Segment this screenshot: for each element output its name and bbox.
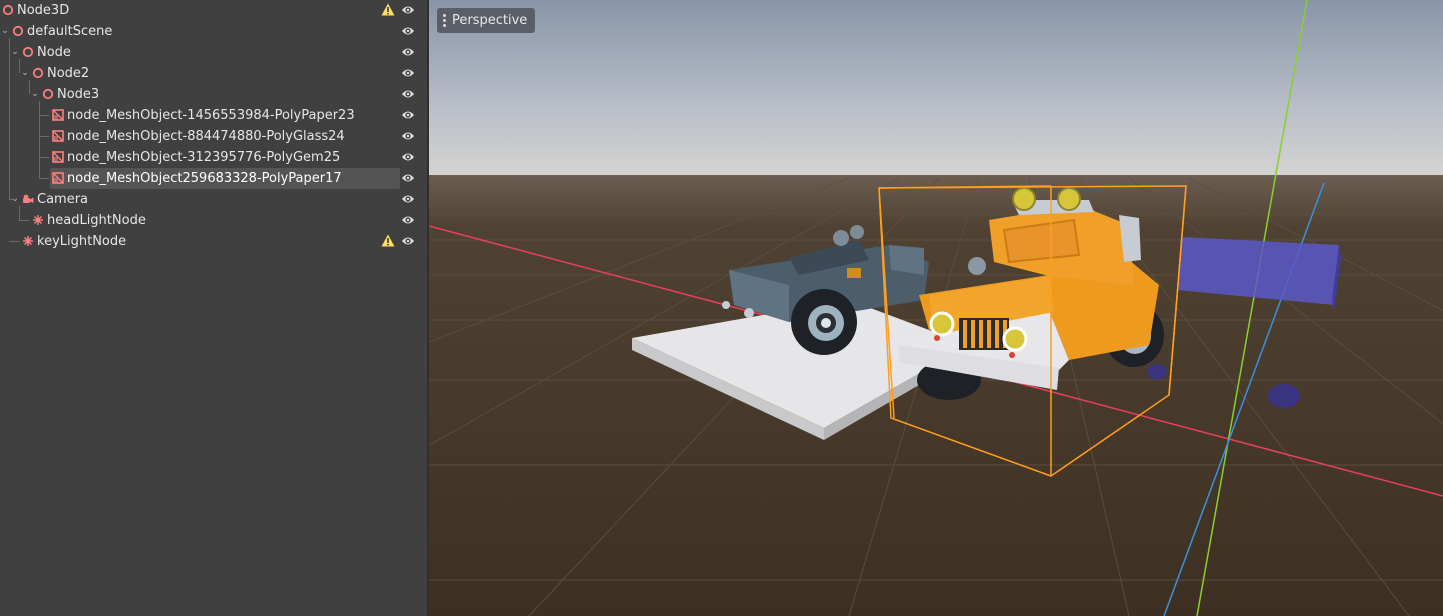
visibility-eye-icon[interactable]	[401, 46, 415, 58]
tree-row-label: node_MeshObject259683328-PolyPaper17	[67, 171, 342, 186]
visibility-eye-icon[interactable]	[401, 151, 415, 163]
tree-row-node[interactable]: ⌄ Node	[0, 42, 427, 63]
tree-row-label: Node	[37, 45, 71, 60]
chevron-down-icon[interactable]: ⌄	[10, 46, 20, 58]
tree-row-label: Node2	[47, 66, 90, 81]
perspective-menu-button[interactable]: Perspective	[437, 8, 536, 33]
viewport-scene	[429, 0, 1443, 616]
mesh-instance-icon	[52, 151, 64, 163]
chevron-down-icon[interactable]: ⌄	[20, 67, 30, 79]
visibility-eye-icon[interactable]	[401, 130, 415, 142]
node3d-icon	[2, 4, 14, 16]
tree-row-label: headLightNode	[47, 213, 146, 228]
visibility-eye-icon[interactable]	[401, 235, 415, 247]
visibility-eye-icon[interactable]	[401, 193, 415, 205]
tree-row-node2[interactable]: ⌄ Node2	[0, 63, 427, 84]
visibility-eye-icon[interactable]	[401, 67, 415, 79]
visibility-eye-icon[interactable]	[401, 172, 415, 184]
scene-tree-panel: Node3D ⌄ defaultScene ⌄ Node ⌄ Node2 ⌄ N…	[0, 0, 427, 616]
node3d-icon	[12, 25, 24, 37]
chevron-down-icon[interactable]: ⌄	[0, 25, 10, 37]
tree-row-mesh-polygem25[interactable]: node_MeshObject-312395776-PolyGem25	[0, 147, 427, 168]
tree-row-label: node_MeshObject-1456553984-PolyPaper23	[67, 108, 355, 123]
tree-row-camera[interactable]: ⌄ Camera	[0, 189, 427, 210]
tree-row-defaultscene[interactable]: ⌄ defaultScene	[0, 21, 427, 42]
light-icon	[33, 215, 43, 225]
tree-row-mesh-polypaper23[interactable]: node_MeshObject-1456553984-PolyPaper23	[0, 105, 427, 126]
tree-row-label: node_MeshObject-312395776-PolyGem25	[67, 150, 341, 165]
light-icon	[23, 236, 33, 246]
perspective-label: Perspective	[452, 13, 528, 28]
tree-row-label: keyLightNode	[37, 234, 127, 249]
visibility-eye-icon[interactable]	[401, 4, 415, 16]
chevron-down-icon[interactable]: ⌄	[30, 88, 40, 100]
visibility-eye-icon[interactable]	[401, 109, 415, 121]
tree-row-label: Node3	[57, 87, 100, 102]
visibility-eye-icon[interactable]	[401, 214, 415, 226]
tree-row-label: Node3D	[17, 3, 70, 18]
node3d-icon	[22, 46, 34, 58]
3d-viewport[interactable]: Perspective	[429, 0, 1443, 616]
tree-row-label: Camera	[37, 192, 89, 207]
camera-icon	[23, 194, 34, 203]
tree-row-label: node_MeshObject-884474880-PolyGlass24	[67, 129, 345, 144]
tree-row-label: defaultScene	[27, 24, 113, 39]
kebab-menu-icon	[443, 14, 446, 27]
tree-row-node3d[interactable]: Node3D	[0, 0, 427, 21]
tree-row-headlightnode[interactable]: headLightNode	[0, 210, 427, 231]
visibility-eye-icon[interactable]	[401, 88, 415, 100]
tree-row-mesh-polyglass24[interactable]: node_MeshObject-884474880-PolyGlass24	[0, 126, 427, 147]
warning-icon[interactable]	[381, 3, 395, 16]
tree-row-keylightnode[interactable]: keyLightNode	[0, 231, 427, 252]
mesh-instance-icon	[52, 109, 64, 121]
mesh-instance-icon	[52, 130, 64, 142]
tree-row-mesh-polypaper17[interactable]: node_MeshObject259683328-PolyPaper17	[0, 168, 427, 189]
visibility-eye-icon[interactable]	[401, 25, 415, 37]
chevron-down-icon[interactable]: ⌄	[10, 193, 20, 205]
warning-icon[interactable]	[381, 234, 395, 247]
node3d-icon	[32, 67, 44, 79]
mesh-instance-icon	[52, 172, 64, 184]
node3d-icon	[42, 88, 54, 100]
tree-row-node3[interactable]: ⌄ Node3	[0, 84, 427, 105]
